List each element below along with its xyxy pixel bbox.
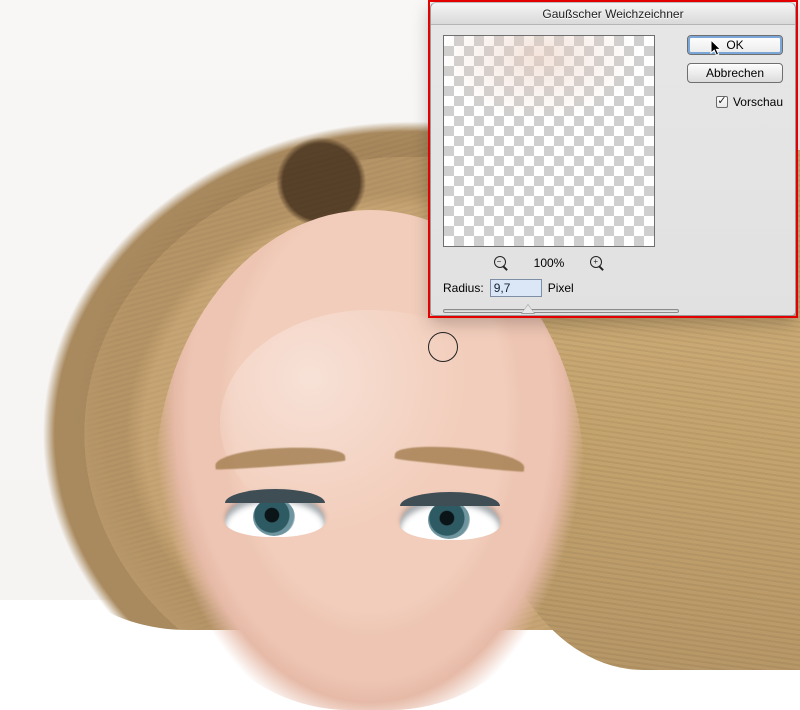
dialog-body: − 100% + Radius: Pixel OK (431, 25, 795, 315)
slider-track (443, 309, 679, 313)
radius-unit-label: Pixel (548, 281, 574, 295)
slider-thumb-icon[interactable] (521, 304, 535, 316)
preview-checkbox-label: Vorschau (733, 95, 783, 109)
radius-label: Radius: (443, 281, 484, 295)
radius-slider[interactable] (443, 303, 679, 319)
radius-row: Radius: Pixel (443, 279, 574, 297)
ok-button[interactable]: OK (687, 35, 783, 55)
zoom-in-icon[interactable]: + (590, 256, 604, 270)
zoom-percent-label: 100% (534, 256, 565, 270)
brush-cursor (428, 332, 458, 362)
zoom-out-icon[interactable]: − (494, 256, 508, 270)
zoom-controls: − 100% + (443, 253, 655, 273)
ok-button-label: OK (726, 38, 743, 52)
preview-checkbox[interactable] (716, 96, 728, 108)
cancel-button-label: Abbrechen (706, 66, 764, 80)
dialog-title: Gaußscher Weichzeichner (431, 3, 795, 25)
photo-eye-right (400, 498, 500, 540)
cancel-button[interactable]: Abbrechen (687, 63, 783, 83)
filter-preview[interactable] (443, 35, 655, 247)
document-canvas[interactable]: Gaußscher Weichzeichner − 100% + Radius:… (0, 0, 800, 600)
preview-checker-icon (444, 36, 654, 246)
photo-eye-left (225, 495, 325, 537)
gaussian-blur-dialog: Gaußscher Weichzeichner − 100% + Radius:… (430, 2, 796, 316)
radius-input[interactable] (490, 279, 542, 297)
preview-checkbox-row: Vorschau (716, 95, 783, 109)
